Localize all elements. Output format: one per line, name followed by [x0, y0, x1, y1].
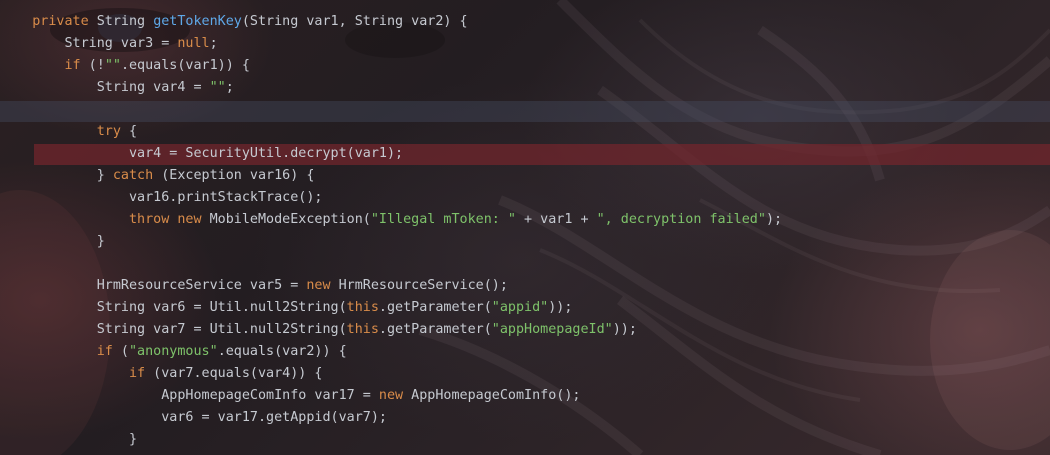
- code-text-token: var4 = SecurityUtil.decrypt(var1);: [0, 146, 404, 161]
- string-literal-token: "anonymous": [129, 344, 218, 359]
- keyword-token: if: [96, 344, 113, 359]
- string-literal-token: "appid": [491, 300, 549, 315]
- code-text-token: .getParameter(: [378, 300, 492, 315]
- keyword-token: this: [346, 300, 379, 315]
- code-text-token: var6 = var17.getAppid(var7);: [0, 410, 387, 425]
- code-line[interactable]: }: [0, 231, 782, 253]
- keyword-token: null: [177, 36, 210, 51]
- code-text-token: String: [88, 14, 154, 29]
- code-text-token: String var7 = Util.null2String(: [0, 322, 347, 337]
- code-text-token: HrmResourceService var5 =: [0, 278, 307, 293]
- code-line[interactable]: HrmResourceService var5 = new HrmResourc…: [0, 275, 782, 297]
- code-text-token: ));: [612, 322, 637, 337]
- code-text-token: (!: [80, 58, 105, 73]
- code-line[interactable]: String var7 = Util.null2String(this.getP…: [0, 319, 782, 341]
- function-name-token: getTokenKey: [153, 14, 242, 29]
- string-literal-token: "": [104, 58, 121, 73]
- code-text-token: String var4 =: [0, 80, 210, 95]
- string-literal-token: "appHomepageId": [491, 322, 613, 337]
- code-line[interactable]: var16.printStackTrace();: [0, 187, 782, 209]
- code-text-token: (var7.equals(var4)) {: [145, 366, 323, 381]
- keyword-token: new: [378, 388, 404, 403]
- code-text-token: );: [765, 212, 783, 227]
- code-line[interactable]: [0, 99, 782, 121]
- code-line[interactable]: if ("anonymous".equals(var2)) {: [0, 341, 782, 363]
- code-text-token: (String var1, String var2) {: [241, 14, 468, 29]
- code-text-token: ;: [209, 36, 218, 51]
- code-text-token: String var6 = Util.null2String(: [0, 300, 347, 315]
- code-text-token: MobileModeException(: [201, 212, 371, 227]
- keyword-token: new: [306, 278, 331, 293]
- code-line[interactable]: String var6 = Util.null2String(this.getP…: [0, 297, 782, 319]
- code-text-token: AppHomepageComInfo var17 =: [0, 388, 379, 403]
- code-text-token: (Exception var16) {: [153, 168, 315, 183]
- string-literal-token: "": [209, 80, 226, 95]
- code-editor[interactable]: private String getTokenKey(String var1, …: [0, 0, 1050, 455]
- string-literal-token: "Illegal mToken: ": [370, 212, 516, 227]
- code-line[interactable]: if (!"".equals(var1)) {: [0, 55, 782, 77]
- keyword-token: catch: [112, 168, 154, 183]
- string-literal-token: ", decryption failed": [596, 212, 766, 227]
- code-text-token: (: [112, 344, 129, 359]
- code-text-token: {: [120, 124, 138, 139]
- code-line[interactable]: }: [0, 429, 782, 451]
- code-line[interactable]: [0, 253, 782, 275]
- keyword-token: if: [64, 58, 81, 73]
- code-text-token: ));: [548, 300, 573, 315]
- code-line[interactable]: if (var7.equals(var4)) {: [0, 363, 782, 385]
- code-text-token: AppHomepageComInfo();: [403, 388, 581, 403]
- code-text-token: .getParameter(: [378, 322, 492, 337]
- code-line[interactable]: AppHomepageComInfo var17 = new AppHomepa…: [0, 385, 782, 407]
- code-text-token: var16.printStackTrace();: [0, 190, 323, 205]
- code-text-token: }: [0, 234, 105, 249]
- code-line[interactable]: } catch (Exception var16) {: [0, 165, 782, 187]
- code-line[interactable]: var6 = var17.getAppid(var7);: [0, 407, 782, 429]
- code-line[interactable]: throw new MobileModeException("Illegal m…: [0, 209, 782, 231]
- keyword-token: if: [129, 366, 146, 381]
- code-line[interactable]: String var4 = "";: [0, 77, 782, 99]
- code-line[interactable]: private String getTokenKey(String var1, …: [0, 11, 782, 33]
- keyword-token: throw new: [129, 212, 202, 227]
- code-text-token: .equals(var2)) {: [217, 344, 347, 359]
- code-text-token: ;: [225, 80, 234, 95]
- code-text-token: String var3 =: [0, 36, 178, 51]
- code-text-token: + var1 +: [516, 212, 597, 227]
- keyword-token: try: [96, 124, 121, 139]
- code-text-token: }: [0, 432, 138, 447]
- code-text-token: .equals(var1)) {: [120, 58, 250, 73]
- code-text-token: }: [0, 168, 113, 183]
- code-text-token: HrmResourceService();: [330, 278, 508, 293]
- keyword-token: private: [32, 14, 89, 29]
- code-line[interactable]: var4 = SecurityUtil.decrypt(var1);: [0, 143, 782, 165]
- code-line[interactable]: String var3 = null;: [0, 33, 782, 55]
- code-area[interactable]: private String getTokenKey(String var1, …: [0, 11, 782, 451]
- code-line[interactable]: try {: [0, 121, 782, 143]
- keyword-token: this: [346, 322, 379, 337]
